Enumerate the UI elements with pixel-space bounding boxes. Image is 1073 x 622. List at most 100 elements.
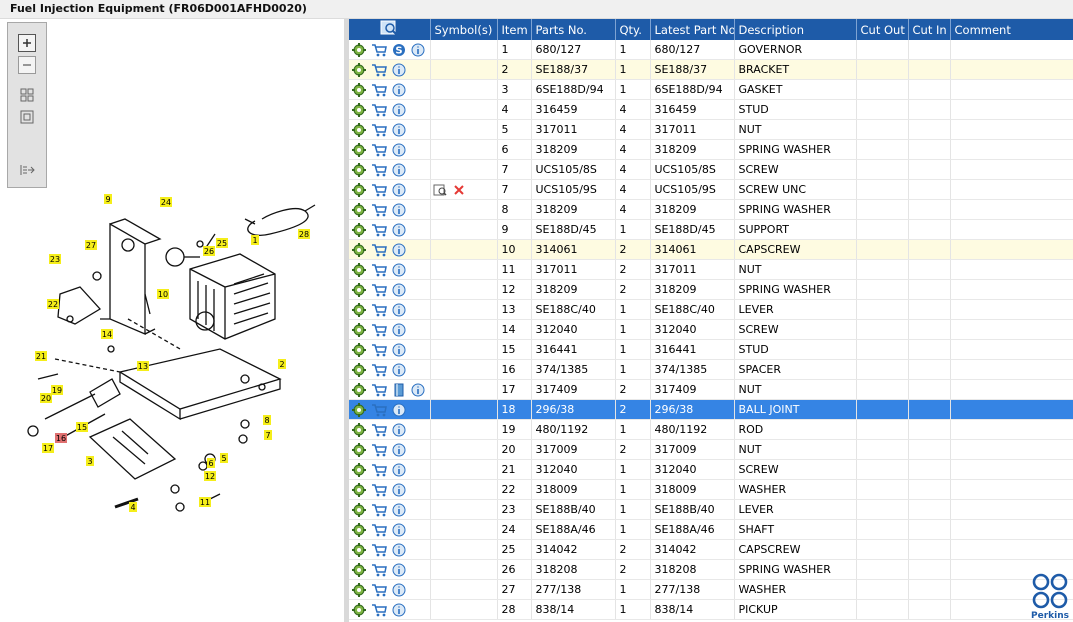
- table-row[interactable]: 5 317011 4 317011 NUT: [349, 119, 1073, 140]
- gear-icon[interactable]: [352, 582, 366, 597]
- column-header-latest-part-no[interactable]: Latest Part No.: [650, 19, 735, 40]
- info-icon[interactable]: [392, 123, 406, 137]
- info-icon[interactable]: [411, 43, 425, 57]
- gear-icon[interactable]: [352, 482, 366, 497]
- info-icon[interactable]: [392, 223, 406, 237]
- gear-icon[interactable]: [352, 402, 366, 417]
- callout-21[interactable]: 21: [35, 351, 47, 361]
- info-icon[interactable]: [392, 423, 406, 437]
- gear-icon[interactable]: [352, 322, 366, 337]
- info-icon[interactable]: [392, 323, 406, 337]
- info-icon[interactable]: [392, 103, 406, 117]
- cart-icon[interactable]: [371, 143, 387, 157]
- table-row[interactable]: 28 838/14 1 838/14 PICKUP: [349, 599, 1073, 620]
- cart-icon[interactable]: [371, 583, 387, 597]
- info-icon[interactable]: [392, 523, 406, 537]
- gear-icon[interactable]: [352, 62, 366, 77]
- table-row[interactable]: 7 UCS105/9S 4 UCS105/9S SCREW UNC: [349, 179, 1073, 200]
- gear-icon[interactable]: [352, 282, 366, 297]
- cart-icon[interactable]: [371, 563, 387, 577]
- callout-28[interactable]: 28: [298, 229, 310, 239]
- gear-icon[interactable]: [352, 602, 366, 617]
- cart-icon[interactable]: [371, 183, 387, 197]
- cart-icon[interactable]: [371, 363, 387, 377]
- column-header-comment[interactable]: Comment: [950, 19, 1073, 40]
- gear-icon[interactable]: [352, 242, 366, 257]
- callout-20[interactable]: 20: [40, 393, 52, 403]
- gear-icon[interactable]: [352, 302, 366, 317]
- gear-icon[interactable]: [352, 542, 366, 557]
- callout-11[interactable]: 11: [199, 497, 211, 507]
- callout-8[interactable]: 8: [263, 415, 271, 425]
- info-icon[interactable]: [392, 443, 406, 457]
- callout-6[interactable]: 6: [207, 458, 215, 468]
- supersession-icon[interactable]: S: [392, 43, 406, 57]
- cart-icon[interactable]: [371, 443, 387, 457]
- table-row[interactable]: 12 318209 2 318209 SPRING WASHER: [349, 279, 1073, 300]
- info-icon[interactable]: [392, 343, 406, 357]
- callout-16[interactable]: 16: [55, 433, 67, 443]
- callout-26[interactable]: 26: [203, 246, 215, 256]
- callout-10[interactable]: 10: [157, 289, 169, 299]
- cart-icon[interactable]: [371, 523, 387, 537]
- column-header-item[interactable]: Item: [497, 19, 532, 40]
- column-header-tools[interactable]: [349, 19, 431, 40]
- cart-icon[interactable]: [371, 223, 387, 237]
- table-row[interactable]: 13 SE188C/40 1 SE188C/40 LEVER: [349, 299, 1073, 320]
- callout-15[interactable]: 15: [76, 422, 88, 432]
- callout-24[interactable]: 24: [160, 197, 172, 207]
- cart-icon[interactable]: [371, 603, 387, 617]
- callout-23[interactable]: 23: [49, 254, 61, 264]
- gear-icon[interactable]: [352, 422, 366, 437]
- table-row[interactable]: 27 277/138 1 277/138 WASHER: [349, 579, 1073, 600]
- gear-icon[interactable]: [352, 202, 366, 217]
- cart-icon[interactable]: [371, 63, 387, 77]
- table-row[interactable]: 9 SE188D/45 1 SE188D/45 SUPPORT: [349, 219, 1073, 240]
- table-row[interactable]: 21 312040 1 312040 SCREW: [349, 459, 1073, 480]
- info-icon[interactable]: [392, 403, 406, 417]
- gear-icon[interactable]: [352, 122, 366, 137]
- table-row[interactable]: 10 314061 2 314061 CAPSCREW: [349, 239, 1073, 260]
- table-row[interactable]: S 1 680/127 1 680/127 GOVERNOR: [349, 40, 1073, 60]
- info-icon[interactable]: [392, 583, 406, 597]
- gear-icon[interactable]: [352, 182, 366, 197]
- table-row[interactable]: 23 SE188B/40 1 SE188B/40 LEVER: [349, 499, 1073, 520]
- callout-3[interactable]: 3: [86, 456, 94, 466]
- table-row[interactable]: 16 374/1385 1 374/1385 SPACER: [349, 359, 1073, 380]
- gear-icon[interactable]: [352, 522, 366, 537]
- cart-icon[interactable]: [371, 303, 387, 317]
- column-header-parts-no[interactable]: Parts No.: [531, 19, 616, 40]
- gear-icon[interactable]: [352, 262, 366, 277]
- gear-icon[interactable]: [352, 222, 366, 237]
- callout-14[interactable]: 14: [101, 329, 113, 339]
- gear-icon[interactable]: [352, 562, 366, 577]
- info-icon[interactable]: [392, 163, 406, 177]
- info-icon[interactable]: [392, 283, 406, 297]
- info-icon[interactable]: [411, 383, 425, 397]
- callout-27[interactable]: 27: [85, 240, 97, 250]
- info-icon[interactable]: [392, 543, 406, 557]
- column-header-description[interactable]: Description: [734, 19, 857, 40]
- column-header-symbols[interactable]: Symbol(s): [430, 19, 498, 40]
- table-row[interactable]: 18 296/38 2 296/38 BALL JOINT: [349, 399, 1073, 420]
- cart-icon[interactable]: [371, 323, 387, 337]
- cart-icon[interactable]: [371, 123, 387, 137]
- gear-icon[interactable]: [352, 362, 366, 377]
- callout-13[interactable]: 13: [137, 361, 149, 371]
- cart-icon[interactable]: [371, 243, 387, 257]
- callout-7[interactable]: 7: [264, 430, 272, 440]
- gear-icon[interactable]: [352, 342, 366, 357]
- gear-icon[interactable]: [352, 442, 366, 457]
- callout-1[interactable]: 1: [251, 235, 259, 245]
- cart-icon[interactable]: [371, 403, 387, 417]
- info-icon[interactable]: [392, 263, 406, 277]
- gear-icon[interactable]: [352, 162, 366, 177]
- table-row[interactable]: 22 318009 1 318009 WASHER: [349, 479, 1073, 500]
- cart-icon[interactable]: [371, 543, 387, 557]
- callout-5[interactable]: 5: [220, 453, 228, 463]
- search-parts-icon[interactable]: [380, 20, 398, 36]
- cart-icon[interactable]: [371, 423, 387, 437]
- cart-icon[interactable]: [371, 283, 387, 297]
- gear-icon[interactable]: [352, 462, 366, 477]
- info-icon[interactable]: [392, 303, 406, 317]
